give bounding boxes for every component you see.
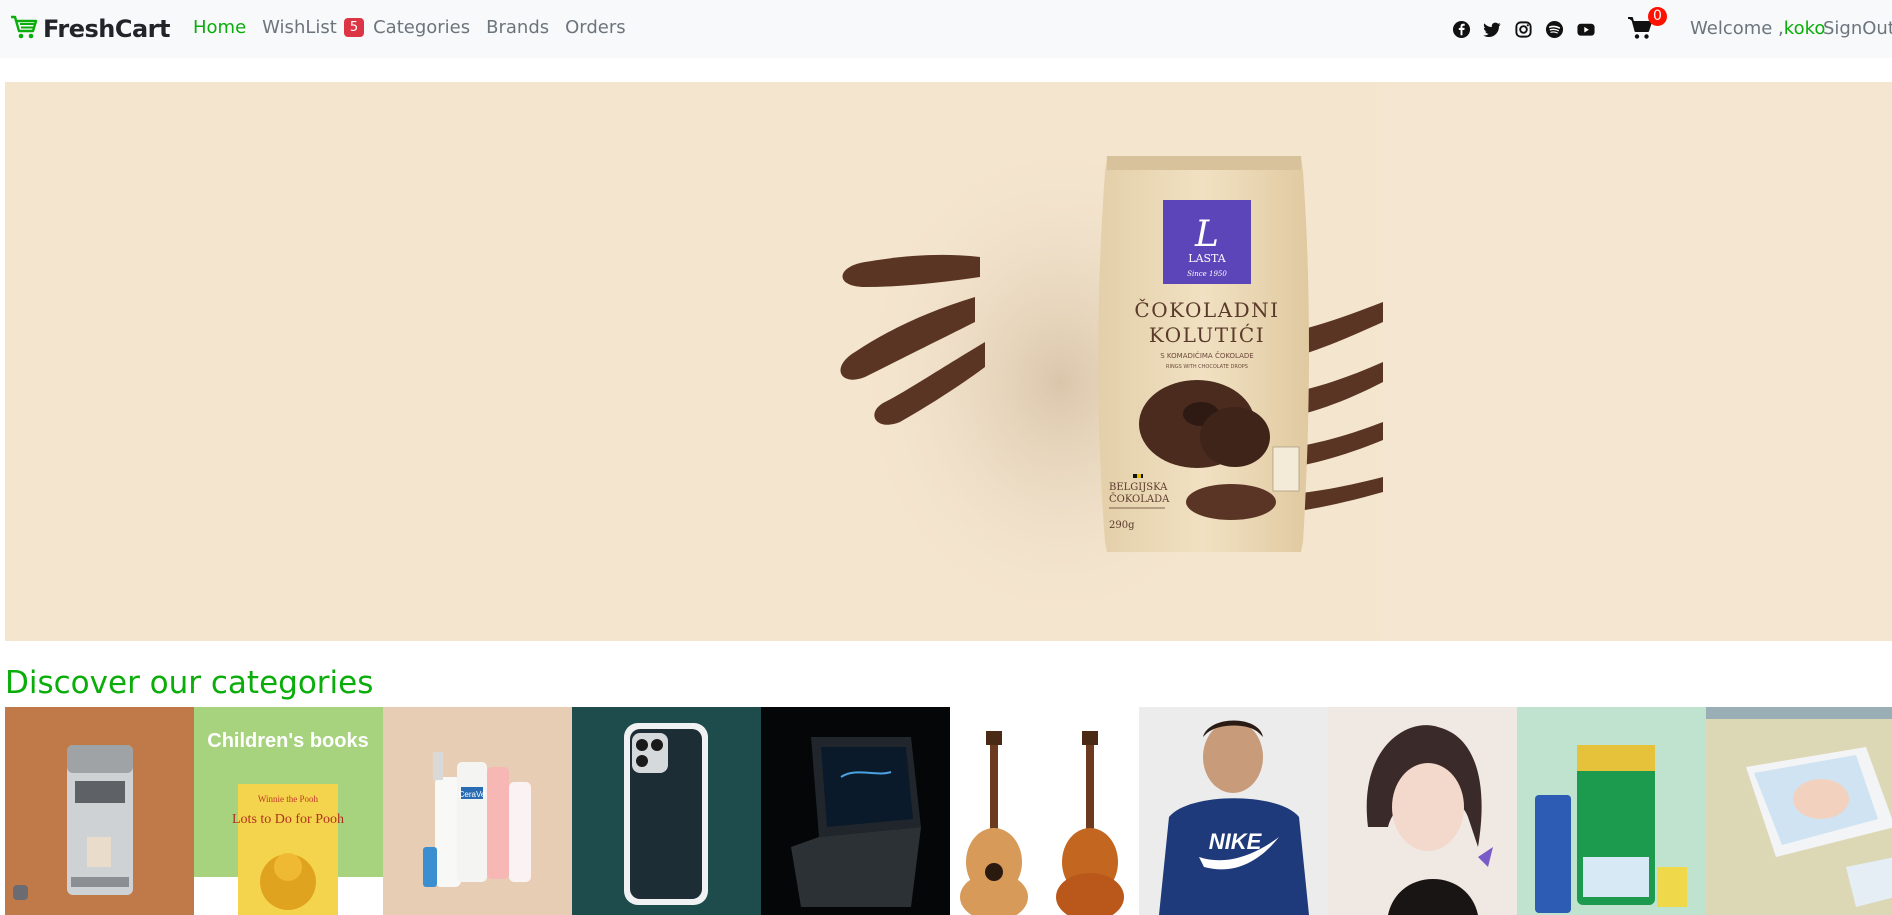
spotify-icon[interactable]	[1545, 20, 1564, 39]
hero-tagline: Since 1950	[1187, 270, 1227, 278]
brand-logo[interactable]: FreshCart	[10, 14, 170, 44]
hero-slider[interactable]: L LASTA Since 1950 ČOKOLADNI KOLUTIĆI S …	[5, 82, 1892, 641]
nav-link-brands[interactable]: Brands	[486, 17, 549, 38]
category-card-illustration[interactable]	[1328, 707, 1517, 915]
category-card-hoodie[interactable]: NIKE	[1139, 707, 1328, 915]
cart-logo-icon	[10, 14, 38, 44]
welcome-message: Welcome ,koko	[1690, 18, 1825, 39]
hero-brand: LASTA	[1188, 252, 1227, 265]
hero-product-name-1: ČOKOLADNI	[1134, 297, 1279, 322]
category-card-skincare[interactable]: CeraVe	[383, 707, 572, 915]
signout-link[interactable]: SignOut	[1823, 18, 1892, 39]
social-links	[1452, 20, 1595, 39]
category-card-laptop[interactable]	[761, 707, 950, 915]
nav-link-home[interactable]: Home	[193, 17, 246, 38]
category-slider[interactable]: Children's books Winnie the Pooh Lots to…	[5, 707, 1892, 915]
wishlist-count-badge: 5	[343, 18, 365, 37]
hero-product-name-2: KOLUTIĆI	[1149, 322, 1265, 347]
hero-slide: L LASTA Since 1950 ČOKOLADNI KOLUTIĆI S …	[5, 82, 1383, 641]
youtube-icon[interactable]	[1576, 20, 1595, 39]
top-navbar: FreshCart Home WishList 5 Categories Bra…	[0, 0, 1892, 58]
slider-pagination-dot[interactable]	[13, 885, 28, 900]
categories-section-title: Discover our categories	[5, 665, 374, 701]
nav-link-orders[interactable]: Orders	[565, 17, 626, 38]
facebook-icon[interactable]	[1452, 20, 1471, 39]
childrens-books-caption: Children's books	[207, 730, 368, 752]
category-card-childrens-books[interactable]: Children's books Winnie the Pooh Lots to…	[194, 707, 383, 915]
hero-weight: 290g	[1109, 520, 1135, 531]
brand-name: FreshCart	[43, 15, 170, 43]
hoodie-logo-text: NIKE	[1209, 829, 1263, 854]
main-nav: Home WishList 5 Categories Brands Orders	[193, 17, 642, 38]
category-card-guitars[interactable]	[950, 707, 1139, 915]
svg-text:L: L	[1194, 214, 1219, 255]
hero-origin-2: ČOKOLADA	[1109, 493, 1170, 505]
instagram-icon[interactable]	[1514, 20, 1533, 39]
category-card-baby-diapers[interactable]	[1706, 707, 1892, 915]
category-card-coffee-machine[interactable]	[5, 707, 194, 915]
book-title-1: Winnie the Pooh	[258, 794, 319, 804]
book-title-2: Lots to Do for Pooh	[232, 812, 344, 827]
cart-count-badge: 0	[1648, 7, 1667, 26]
category-card-smartphone[interactable]	[572, 707, 761, 915]
skincare-brand: CeraVe	[459, 790, 486, 799]
hero-product-image: L LASTA Since 1950 ČOKOLADNI KOLUTIĆI S …	[840, 132, 1383, 632]
welcome-prefix: Welcome ,	[1690, 18, 1784, 39]
category-card-grocery[interactable]	[1517, 707, 1706, 915]
user-name: koko	[1783, 18, 1826, 39]
twitter-icon[interactable]	[1483, 20, 1502, 39]
nav-link-categories[interactable]: Categories	[373, 17, 470, 38]
hero-product-sub-2: RINGS WITH CHOCOLATE DROPS	[1166, 364, 1248, 370]
hero-origin-1: BELGIJSKA	[1109, 482, 1168, 493]
hero-product-sub-1: S KOMADIĆIMA ČOKOLADE	[1160, 351, 1253, 360]
nav-link-wishlist[interactable]: WishList	[262, 17, 337, 38]
